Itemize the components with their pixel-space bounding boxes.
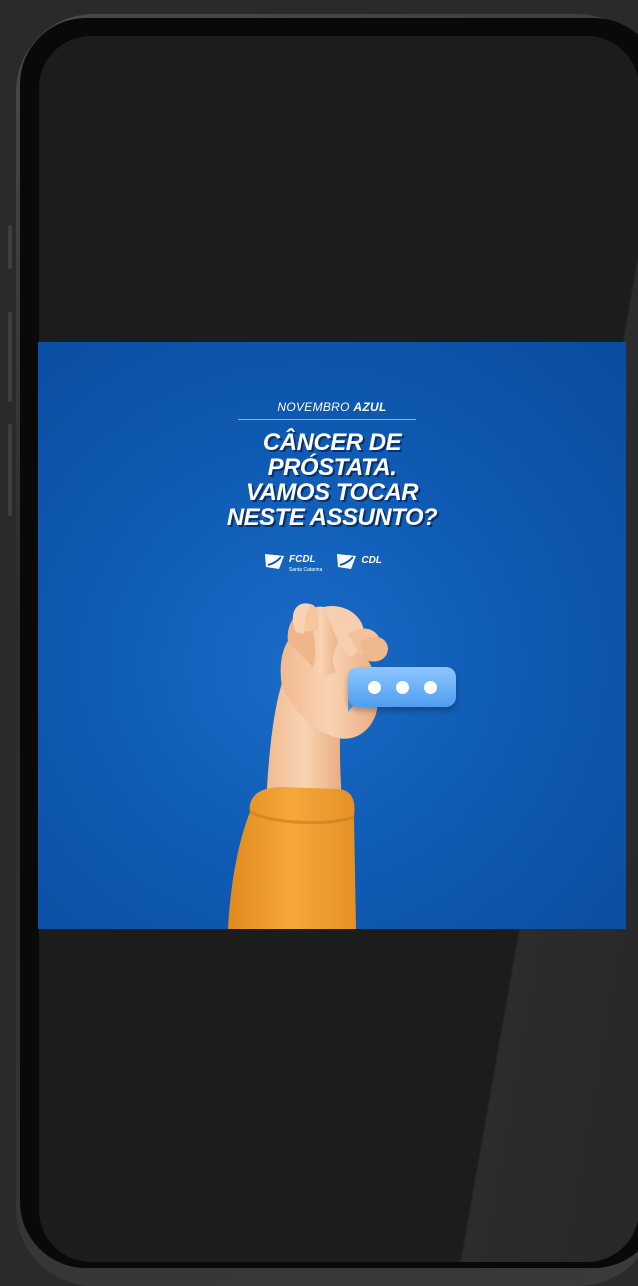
post-image: NOVEMBRO AZUL CÂNCER DE PRÓSTATA. VAMOS … xyxy=(38,342,626,929)
speech-bubble-icon xyxy=(348,667,456,707)
bubble-dot-1 xyxy=(368,681,381,694)
volume-down-button xyxy=(8,424,12,516)
volume-up-button xyxy=(8,312,12,402)
silent-switch xyxy=(8,225,12,269)
hand-illustration xyxy=(228,603,388,929)
bubble-dot-3 xyxy=(424,681,437,694)
bubble-dot-2 xyxy=(396,681,409,694)
